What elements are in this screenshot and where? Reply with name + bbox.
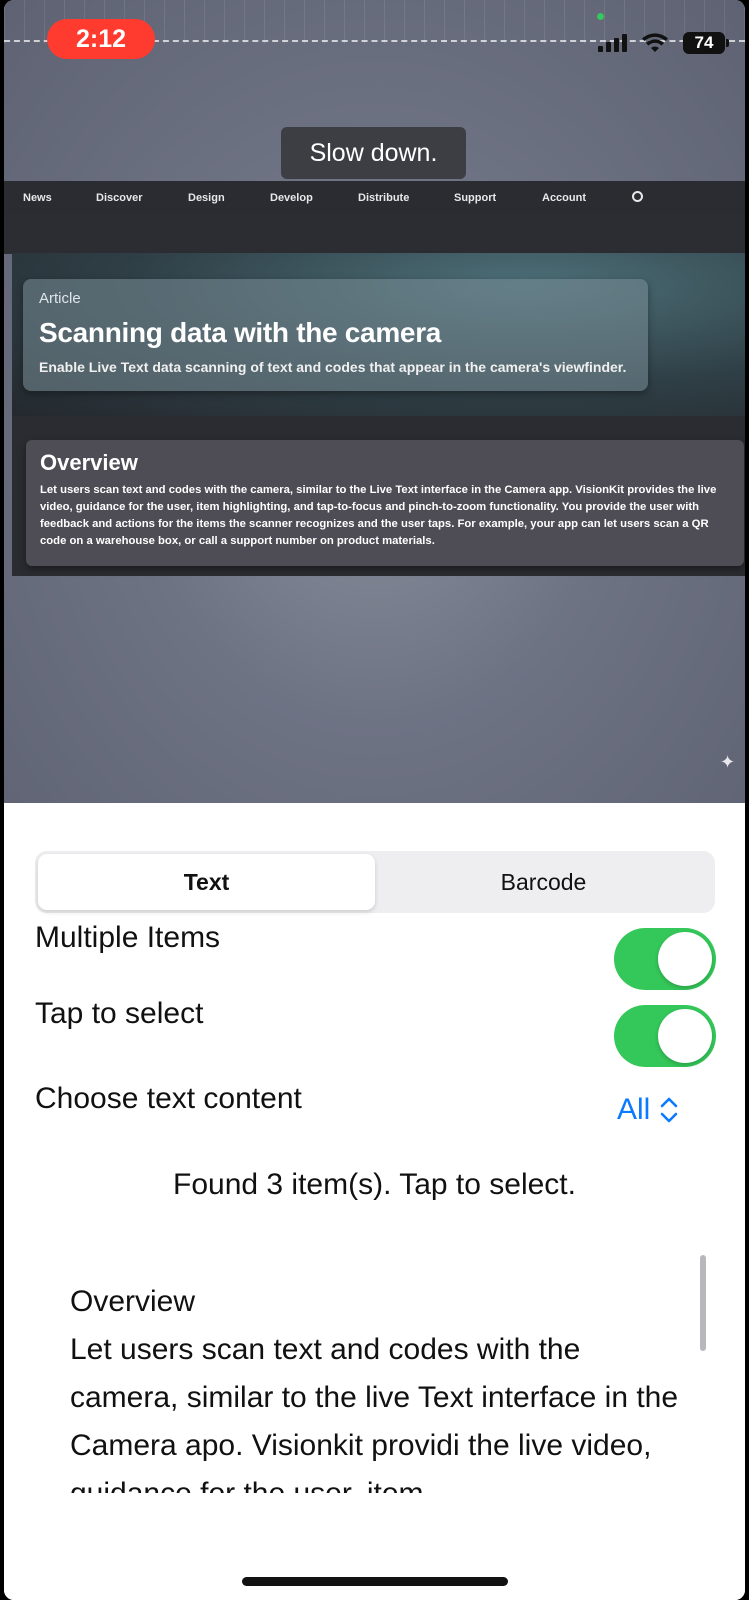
toggle-knob	[658, 1009, 712, 1063]
scan-guidance-hint: Slow down.	[281, 127, 466, 179]
multiple-items-toggle[interactable]	[614, 928, 716, 990]
status-icons: 74	[598, 32, 729, 54]
overview-body: Let users scan text and codes with the c…	[40, 484, 717, 547]
recognized-text-view[interactable]: Overview Let users scan text and codes wi…	[70, 1278, 690, 1493]
article-kicker: Article	[39, 290, 81, 307]
camera-viewfinder[interactable]: 2:12 74 Slow down. News Discover Design …	[4, 0, 745, 803]
scan-type-segmented-control[interactable]: Text Barcode	[35, 851, 715, 913]
site-nav-item: Develop	[270, 191, 313, 204]
wifi-icon	[642, 33, 668, 52]
cellular-signal-icon	[598, 34, 627, 52]
toggle-knob	[658, 932, 712, 986]
article-title: Scanning data with the camera	[39, 317, 442, 348]
site-nav-item: Support	[454, 191, 497, 204]
site-nav-item: Distribute	[358, 191, 410, 204]
recognized-text: Overview Let users scan text and codes wi…	[70, 1278, 690, 1493]
site-search-icon	[632, 191, 643, 202]
site-nav-item: Account	[542, 191, 586, 204]
article-header-card: Article Scanning data with the camera En…	[23, 279, 648, 391]
multiple-items-label: Multiple Items	[35, 921, 221, 954]
found-items-message: Found 3 item(s). Tap to select.	[173, 1168, 576, 1201]
text-content-label: Choose text content	[35, 1082, 302, 1115]
scanner-settings-sheet: Text Barcode Multiple Items Tap to selec…	[4, 803, 745, 1600]
site-nav-item: Design	[188, 191, 225, 204]
article-subtitle: Enable Live Text data scanning of text a…	[39, 359, 627, 375]
tap-to-select-toggle[interactable]	[614, 1005, 716, 1067]
recognized-text-body: Let users scan text and codes with the c…	[70, 1333, 679, 1493]
scanned-overview-highlight[interactable]: Overview Let users scan text and codes w…	[26, 440, 744, 566]
battery-icon: 74	[683, 32, 729, 54]
overview-heading: Overview	[40, 450, 138, 475]
text-content-picker[interactable]: All	[617, 1093, 680, 1127]
camera-in-use-indicator	[597, 13, 604, 20]
website-nav-bar: News Discover Design Develop Distribute …	[4, 181, 745, 214]
phone-screen: 2:12 74 Slow down. News Discover Design …	[4, 0, 745, 1600]
segment-barcode[interactable]: Barcode	[375, 854, 712, 910]
chevron-up-down-icon	[661, 1097, 678, 1123]
tap-to-select-label: Tap to select	[35, 997, 204, 1030]
text-view-scrollbar[interactable]	[700, 1255, 706, 1351]
text-content-value: All	[617, 1093, 651, 1126]
segment-text[interactable]: Text	[38, 854, 375, 910]
status-time[interactable]: 2:12	[47, 19, 155, 59]
website-dark-band	[4, 214, 745, 254]
recognized-text-heading: Overview	[70, 1285, 196, 1318]
site-nav-item: News	[23, 191, 52, 204]
sparkle-icon: ✦	[720, 752, 736, 772]
home-indicator[interactable]	[242, 1577, 508, 1586]
site-nav-item: Discover	[96, 191, 143, 204]
